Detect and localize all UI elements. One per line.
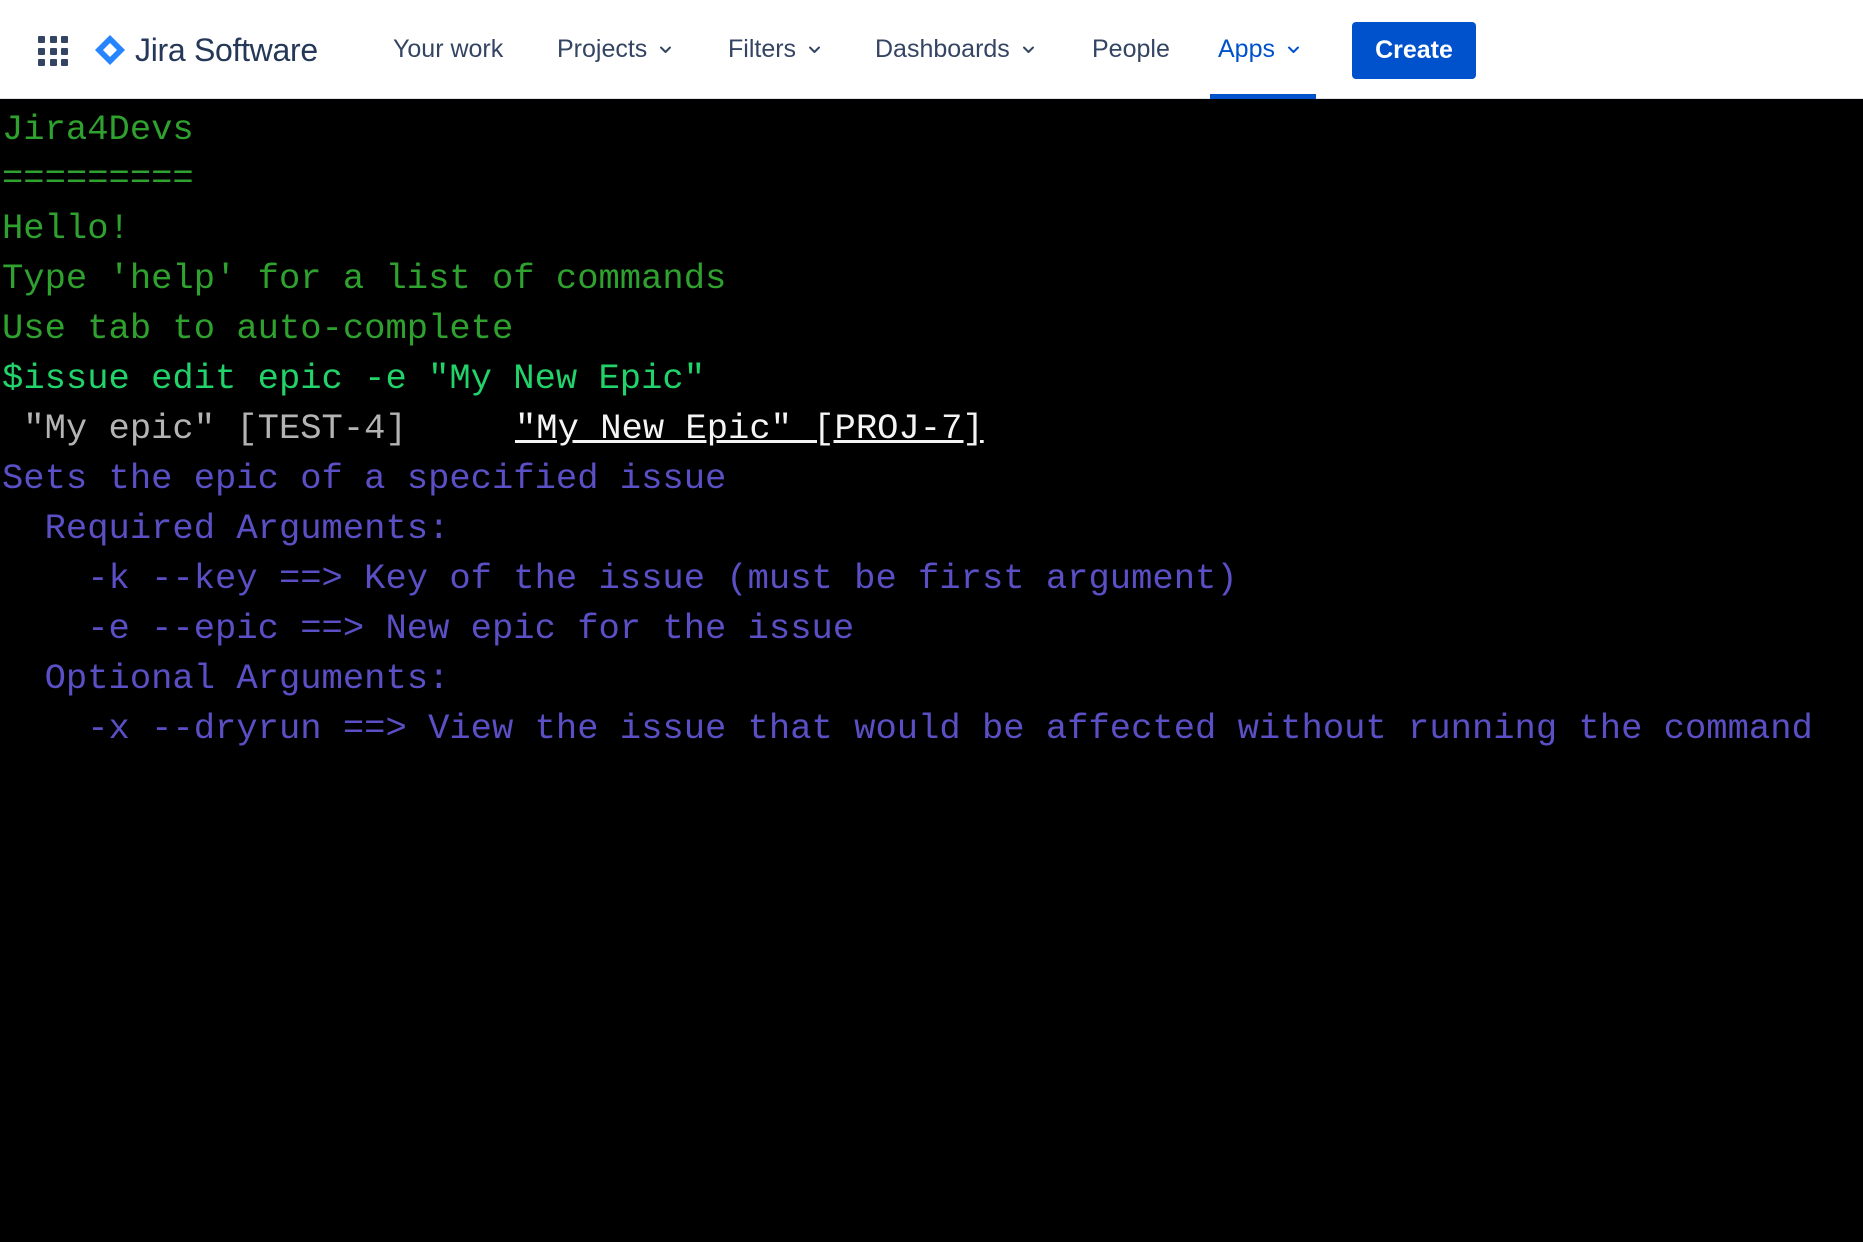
- optional-arguments-heading: Optional Arguments:: [2, 658, 450, 699]
- terminal-tab-hint: Use tab to auto-complete: [2, 308, 514, 349]
- nav-filters-label: Filters: [728, 35, 797, 63]
- prompt-symbol: $: [2, 358, 24, 399]
- argument-epic: -e --epic ==> New epic for the issue: [2, 608, 855, 649]
- command-text[interactable]: issue edit epic -e "My New Epic": [23, 358, 705, 399]
- nav-your-work[interactable]: Your work: [393, 0, 503, 99]
- jira-software-logo[interactable]: Jira Software: [93, 30, 318, 70]
- nav-your-work-label: Your work: [393, 35, 504, 63]
- chevron-down-icon: [1287, 46, 1299, 53]
- terminal-greeting: Hello!: [2, 208, 130, 249]
- nav-filters-dropdown[interactable]: Filters: [728, 0, 821, 99]
- argument-key: -k --key ==> Key of the issue (must be f…: [2, 558, 1238, 599]
- nav-people[interactable]: People: [1092, 0, 1170, 99]
- create-button[interactable]: Create: [1352, 22, 1476, 79]
- required-arguments-heading: Required Arguments:: [2, 508, 450, 549]
- logo-text: Jira Software: [135, 31, 318, 68]
- chevron-down-icon: [1022, 46, 1034, 53]
- autocomplete-suggestion-selected[interactable]: "My New Epic" [PROJ-7]: [515, 404, 984, 454]
- nav-people-label: People: [1092, 35, 1170, 63]
- terminal-help-hint: Type 'help' for a list of commands: [2, 258, 727, 299]
- nav-projects-label: Projects: [557, 35, 648, 63]
- argument-dryrun: -x --dryrun ==> View the issue that woul…: [2, 708, 1813, 749]
- terminal-console[interactable]: Jira4Devs ========= Hello! Type 'help' f…: [0, 99, 1863, 1242]
- terminal-title: Jira4Devs: [2, 109, 194, 150]
- help-description: Sets the epic of a specified issue: [2, 458, 727, 499]
- terminal-title-underline: =========: [2, 158, 194, 199]
- chevron-down-icon: [660, 46, 672, 53]
- jira-diamond-icon: [95, 35, 125, 65]
- nav-dashboards-label: Dashboards: [875, 35, 1010, 63]
- nav-apps-dropdown[interactable]: Apps: [1218, 0, 1300, 99]
- chevron-down-icon: [809, 46, 821, 53]
- top-navigation-bar: Jira Software Your work Projects Filters…: [0, 0, 1863, 99]
- command-input-line[interactable]: $issue edit epic -e "My New Epic": [2, 354, 705, 404]
- app-switcher-grid-icon[interactable]: [38, 36, 68, 66]
- nav-apps-label: Apps: [1218, 35, 1275, 63]
- nav-projects-dropdown[interactable]: Projects: [557, 0, 672, 99]
- autocomplete-suggestion[interactable]: "My epic" [TEST-4]: [2, 404, 406, 454]
- nav-dashboards-dropdown[interactable]: Dashboards: [875, 0, 1035, 99]
